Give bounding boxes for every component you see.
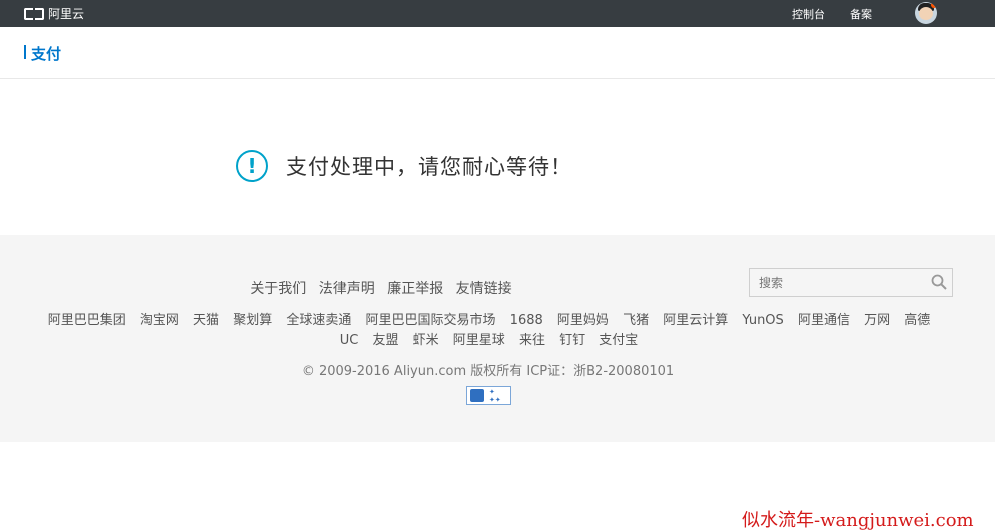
title-accent-bar (24, 45, 26, 59)
trust-badge[interactable]: ✦ ✦✦ (466, 386, 511, 405)
record-filing-link[interactable]: 备案 (850, 6, 872, 22)
aliyun-logo[interactable]: 阿里云 (24, 5, 84, 22)
notification-dot-icon (931, 2, 937, 8)
site-link[interactable]: 1688 (510, 313, 543, 328)
site-link[interactable]: 阿里星球 (453, 333, 505, 348)
site-link[interactable]: 阿里云计算 (663, 313, 728, 328)
site-link[interactable]: 飞猪 (623, 313, 649, 328)
site-link[interactable]: 阿里妈妈 (557, 313, 609, 328)
site-link[interactable]: 钉钉 (559, 333, 585, 348)
site-link[interactable]: 阿里巴巴国际交易市场 (366, 313, 496, 328)
badge-seal-icon: ✦ ✦✦ (489, 387, 501, 404)
site-link[interactable]: 支付宝 (599, 333, 638, 348)
about-us-link[interactable]: 关于我们 (250, 281, 306, 297)
site-link[interactable]: 阿里通信 (798, 313, 850, 328)
site-link[interactable]: 来往 (519, 333, 545, 348)
exclamation-circle-icon: ! (236, 150, 268, 182)
site-link[interactable]: 虾米 (413, 333, 439, 348)
site-link[interactable]: 友盟 (372, 333, 398, 348)
footer-search (749, 268, 953, 297)
site-footer: 关于我们 法律声明 廉正举报 友情链接 阿里巴巴集团 淘宝网 天猫 聚划算 全球… (0, 235, 995, 442)
page-header: 支付 (0, 27, 995, 79)
site-link[interactable]: UC (340, 333, 359, 348)
group-sites-list: 阿里巴巴集团 淘宝网 天猫 聚划算 全球速卖通 阿里巴巴国际交易市场 1688 … (34, 311, 944, 351)
user-avatar[interactable] (915, 2, 937, 24)
logo-text: 阿里云 (48, 7, 85, 21)
search-icon[interactable] (931, 274, 947, 290)
site-link[interactable]: 万网 (864, 313, 890, 328)
avatar-face-icon (919, 7, 933, 20)
console-link[interactable]: 控制台 (792, 6, 825, 22)
legal-statement-link[interactable]: 法律声明 (319, 281, 375, 297)
aliyun-logo-icon (24, 7, 44, 20)
watermark-text: 似水流年-wangjunwei.com (742, 510, 974, 531)
site-link[interactable]: YunOS (742, 313, 783, 328)
payment-status: ! 支付处理中，请您耐心等待！ (236, 150, 572, 182)
footer-links: 关于我们 法律声明 廉正举报 友情链接 (0, 278, 762, 298)
page-title: 支付 (31, 45, 62, 63)
badge-logo-icon (470, 389, 484, 402)
site-link[interactable]: 阿里巴巴集团 (48, 313, 126, 328)
site-link[interactable]: 全球速卖通 (286, 313, 351, 328)
site-link[interactable]: 天猫 (193, 313, 219, 328)
status-message: 支付处理中，请您耐心等待！ (286, 155, 572, 179)
site-link[interactable]: 淘宝网 (140, 313, 179, 328)
copyright-text: © 2009-2016 Aliyun.com 版权所有 ICP证：浙B2-200… (301, 364, 675, 379)
site-link[interactable]: 聚划算 (233, 313, 272, 328)
friendly-links-link[interactable]: 友情链接 (456, 281, 512, 297)
site-link[interactable]: 高德 (904, 313, 930, 328)
top-navigation-bar: 阿里云 控制台 备案 (0, 0, 995, 27)
integrity-report-link[interactable]: 廉正举报 (387, 281, 443, 297)
search-input[interactable] (750, 269, 922, 296)
